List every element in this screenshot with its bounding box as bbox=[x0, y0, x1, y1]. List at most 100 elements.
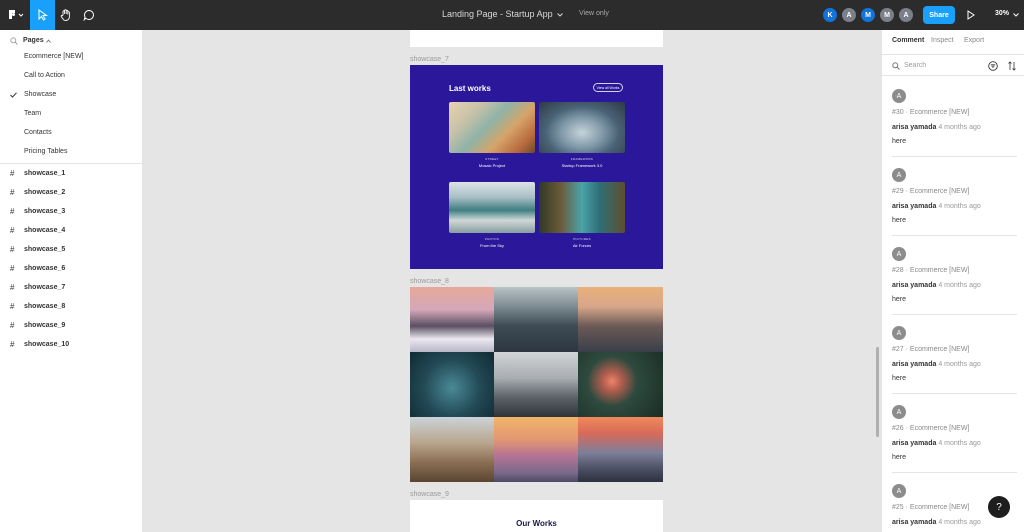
comment-time: 4 months ago bbox=[938, 440, 981, 447]
avatar[interactable]: A bbox=[842, 8, 856, 22]
frame-layer[interactable]: # showcase_3 bbox=[0, 206, 143, 220]
zoom-level[interactable]: 30% bbox=[995, 10, 1009, 17]
chevron-up-icon[interactable] bbox=[46, 39, 51, 43]
gallery-image bbox=[494, 287, 578, 352]
chevron-down-icon[interactable] bbox=[1012, 0, 1020, 30]
comment-meta: #27 · Ecommerce [NEW] bbox=[892, 346, 970, 353]
tab-inspect[interactable]: Inspect bbox=[931, 37, 954, 44]
gallery-image bbox=[578, 287, 663, 352]
frame-label: showcase_4 bbox=[24, 227, 66, 234]
search-icon bbox=[892, 62, 900, 70]
page-item[interactable]: Contacts bbox=[24, 129, 52, 136]
design-canvas[interactable]: showcase_7 Last works View all Works STR… bbox=[143, 30, 881, 532]
comment-author-line: arisa yamada 4 months ago bbox=[892, 519, 981, 526]
page-item[interactable]: Call to Action bbox=[24, 72, 65, 79]
avatar[interactable]: A bbox=[899, 8, 913, 22]
work-caption: STREET Mosaic Project bbox=[449, 157, 535, 168]
frame-icon: # bbox=[10, 321, 15, 330]
file-title[interactable]: Landing Page - Startup App bbox=[442, 9, 553, 19]
pages-header[interactable]: Pages bbox=[0, 30, 143, 52]
page-item[interactable]: Ecommerce [NEW] bbox=[24, 53, 84, 60]
gallery-image bbox=[578, 417, 663, 482]
help-button[interactable]: ? bbox=[988, 496, 1010, 518]
chevron-down-icon[interactable] bbox=[555, 0, 565, 30]
avatar[interactable]: M bbox=[861, 8, 875, 22]
avatar: A bbox=[892, 326, 906, 340]
share-button[interactable]: Share bbox=[923, 6, 955, 24]
divider bbox=[0, 163, 143, 164]
frame-icon: # bbox=[10, 340, 15, 349]
section-title: Last works bbox=[449, 84, 491, 93]
section-title: Our Works bbox=[516, 519, 557, 528]
frame-label: showcase_6 bbox=[24, 265, 66, 272]
tab-export[interactable]: Export bbox=[964, 37, 984, 44]
comment-search-input[interactable]: Search bbox=[904, 62, 926, 69]
showcase-9-frame[interactable]: Our Works bbox=[410, 500, 663, 532]
hand-tool-icon[interactable] bbox=[56, 0, 76, 30]
frame-icon: # bbox=[10, 169, 15, 178]
move-tool-icon[interactable] bbox=[30, 0, 55, 30]
frame-icon: # bbox=[10, 226, 15, 235]
sort-icon[interactable] bbox=[1007, 61, 1017, 71]
comment-meta: #30 · Ecommerce [NEW] bbox=[892, 109, 970, 116]
showcase-8-frame[interactable] bbox=[410, 287, 663, 482]
work-image bbox=[449, 102, 535, 153]
avatar: A bbox=[892, 484, 906, 498]
search-icon[interactable] bbox=[10, 37, 18, 45]
tab-comment[interactable]: Comment bbox=[892, 37, 924, 44]
comment-author-line: arisa yamada 4 months ago bbox=[892, 124, 981, 131]
comment-tool-icon[interactable] bbox=[79, 0, 99, 30]
frame-icon: # bbox=[10, 245, 15, 254]
present-icon[interactable] bbox=[963, 0, 979, 30]
frame-layer[interactable]: # showcase_10 bbox=[0, 339, 143, 353]
divider bbox=[892, 235, 1017, 236]
avatar: A bbox=[892, 405, 906, 419]
frame-layer[interactable]: # showcase_1 bbox=[0, 168, 143, 182]
comments-panel: Comment Inspect Export Search A #30 · Ec… bbox=[881, 30, 1024, 532]
work-caption: FRAMEWORK Startup Framework 3.0 bbox=[539, 157, 625, 168]
frame-layer[interactable]: # showcase_8 bbox=[0, 301, 143, 315]
avatar[interactable]: M bbox=[880, 8, 894, 22]
comment-meta: #29 · Ecommerce [NEW] bbox=[892, 188, 970, 195]
frame-layer[interactable]: # showcase_9 bbox=[0, 320, 143, 334]
frame-layer[interactable]: # showcase_2 bbox=[0, 187, 143, 201]
avatar: A bbox=[892, 89, 906, 103]
comment-body: here bbox=[892, 217, 907, 224]
comment-author: arisa yamada bbox=[892, 282, 937, 289]
comment-author: arisa yamada bbox=[892, 124, 937, 131]
avatar[interactable]: K bbox=[823, 8, 837, 22]
showcase-6-frame[interactable] bbox=[410, 30, 663, 47]
page-item[interactable]: Pricing Tables bbox=[24, 148, 67, 155]
frame-layer[interactable]: # showcase_6 bbox=[0, 263, 143, 277]
frame-layer[interactable]: # showcase_5 bbox=[0, 244, 143, 258]
work-title: From the Sky bbox=[480, 243, 504, 248]
work-image bbox=[539, 102, 625, 153]
filter-icon[interactable] bbox=[988, 61, 998, 71]
work-kicker: PHOTOS bbox=[484, 237, 500, 241]
page-item[interactable]: Team bbox=[24, 110, 41, 117]
frame-icon: # bbox=[10, 264, 15, 273]
top-toolbar: Landing Page - Startup App View only K A… bbox=[0, 0, 1024, 30]
frame-name-label[interactable]: showcase_9 bbox=[410, 491, 449, 498]
view-all-works-button[interactable]: View all Works bbox=[593, 83, 623, 92]
work-kicker: STREET bbox=[485, 157, 499, 161]
frame-label: showcase_3 bbox=[24, 208, 66, 215]
page-item-selected[interactable]: Showcase bbox=[24, 91, 56, 98]
gallery-image bbox=[410, 352, 494, 417]
figma-menu-icon[interactable] bbox=[4, 0, 28, 30]
pages-title: Pages bbox=[23, 37, 44, 44]
frame-name-label[interactable]: showcase_8 bbox=[410, 278, 449, 285]
comment-author-line: arisa yamada 4 months ago bbox=[892, 361, 981, 368]
comment-author: arisa yamada bbox=[892, 440, 937, 447]
gallery-image bbox=[494, 352, 578, 417]
canvas-scrollbar[interactable] bbox=[876, 347, 879, 437]
frame-name-label[interactable]: showcase_7 bbox=[410, 56, 449, 63]
frame-layer[interactable]: # showcase_7 bbox=[0, 282, 143, 296]
frame-label: showcase_8 bbox=[24, 303, 66, 310]
comment-body: here bbox=[892, 375, 907, 382]
comment-time: 4 months ago bbox=[938, 361, 981, 368]
showcase-7-frame[interactable]: Last works View all Works STREET Mosaic … bbox=[410, 65, 663, 269]
avatar: A bbox=[892, 247, 906, 261]
frame-label: showcase_1 bbox=[24, 170, 66, 177]
frame-layer[interactable]: # showcase_4 bbox=[0, 225, 143, 239]
